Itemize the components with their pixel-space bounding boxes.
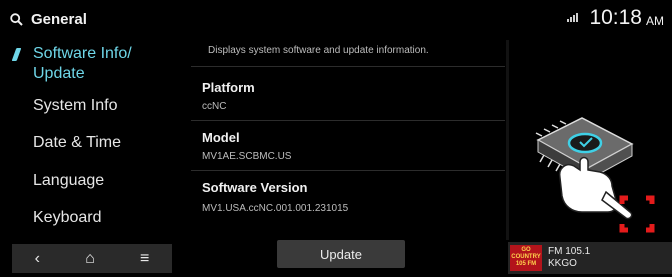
sidebar-item-keyboard[interactable]: Keyboard <box>0 208 209 228</box>
station-logo: GO COUNTRY 105 FM <box>510 245 542 271</box>
divider <box>191 120 505 121</box>
radio-info: FM 105.1 KKGO <box>548 246 590 270</box>
sidebar-item-system-info[interactable]: System Info <box>0 96 209 116</box>
clock-ampm: AM <box>646 14 664 28</box>
infotainment-screen: General 10:18 AM Software Info/ Update S… <box>0 0 672 277</box>
sidebar-item-date-time[interactable]: Date & Time <box>0 133 209 153</box>
clock-time: 10:18 <box>589 6 642 29</box>
touch-chip-illustration <box>520 100 672 238</box>
home-button[interactable]: ⌂ <box>85 250 95 268</box>
sidebar-item-label-line2: Update <box>33 65 85 82</box>
model-label: Model <box>202 130 240 145</box>
menu-button[interactable]: ≡ <box>140 250 149 268</box>
software-version-label: Software Version <box>202 180 308 195</box>
platform-label: Platform <box>202 80 255 95</box>
search-icon[interactable] <box>10 12 23 26</box>
radio-call-sign: KKGO <box>548 258 577 269</box>
model-value: MV1AE.SCBMC.US <box>202 151 292 162</box>
page-description: Displays system software and update info… <box>208 45 429 56</box>
back-button[interactable]: ‹ <box>35 250 40 268</box>
signal-icon <box>567 12 581 25</box>
divider <box>191 170 505 171</box>
header-search[interactable]: General <box>10 6 87 32</box>
sidebar-item-software-info-update[interactable]: Software Info/ Update <box>0 44 209 84</box>
bottom-nav-bar: ‹ ⌂ ≡ <box>12 244 172 273</box>
page-title: General <box>31 10 87 28</box>
scrollbar[interactable] <box>506 40 509 240</box>
radio-widget[interactable]: GO COUNTRY 105 FM FM 105.1 KKGO <box>508 242 672 274</box>
sidebar-item-language[interactable]: Language <box>0 171 209 191</box>
divider <box>191 66 505 67</box>
platform-value: ccNC <box>202 101 227 112</box>
status-area: 10:18 AM <box>567 4 664 32</box>
sidebar-item-label-line1: Software Info/ <box>33 45 132 62</box>
software-version-value: MV1.USA.ccNC.001.001.231015 <box>202 203 349 214</box>
update-button[interactable]: Update <box>277 240 405 268</box>
radio-station: FM 105.1 <box>548 246 591 257</box>
